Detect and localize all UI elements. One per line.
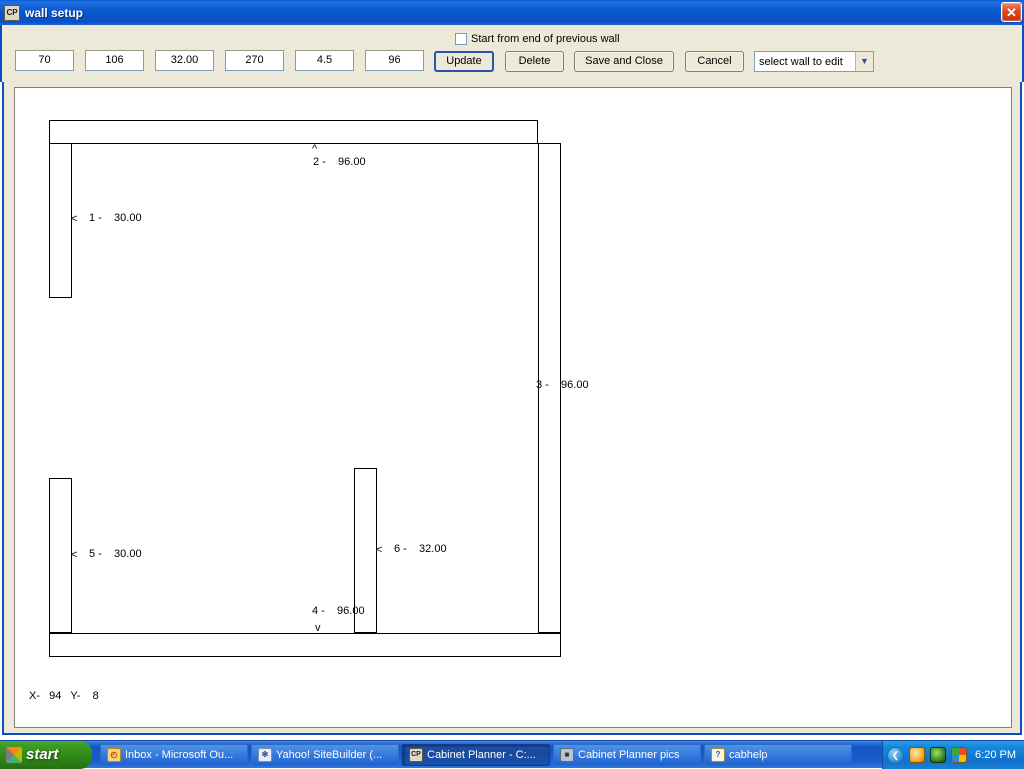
floorplan-canvas[interactable]: < 1 - 30.00 ^ 2 - 96.00 3 - 96.00 4 - 96… — [14, 87, 1012, 728]
taskbar-item-inbox[interactable]: ◴ Inbox - Microsoft Ou... — [100, 743, 248, 766]
wall-rect-5[interactable] — [49, 478, 72, 633]
clock-time[interactable]: 6:20 PM — [975, 749, 1016, 761]
wall-3-label: 3 - 96.00 — [536, 379, 589, 391]
starting-x-input[interactable]: 70 — [15, 50, 74, 71]
wall-rect-1[interactable] — [49, 143, 72, 298]
start-button[interactable]: start — [0, 740, 92, 769]
angle-input[interactable]: 270 — [225, 50, 284, 71]
taskbar-item-label: Cabinet Planner - C:... — [427, 748, 536, 761]
globe-tray-icon[interactable] — [930, 747, 947, 763]
window-buttons: ✕ — [1001, 2, 1022, 22]
help-file-icon: ? — [711, 747, 725, 762]
wall-4-label: 4 - 96.00 — [312, 605, 365, 617]
canvas-panel: < 1 - 30.00 ^ 2 - 96.00 3 - 96.00 4 - 96… — [2, 82, 1022, 735]
taskbar-item-label: Cabinet Planner pics — [578, 748, 680, 761]
wall-6-label: 6 - 32.00 — [394, 543, 447, 555]
wall-4-direction-marker: v — [315, 622, 321, 634]
chevron-down-icon[interactable]: ▼ — [855, 52, 873, 71]
window-titlebar: CP wall setup ✕ — [0, 0, 1024, 25]
application-window: CP wall setup ✕ Starting X Starting Y Le… — [0, 0, 1024, 769]
start-from-previous-wall-checkbox[interactable]: Start from end of previous wall — [455, 33, 620, 45]
close-icon[interactable]: ✕ — [1001, 2, 1022, 22]
wall-6-direction-marker: < — [376, 544, 383, 556]
cancel-button[interactable]: Cancel — [685, 51, 744, 72]
wall-select-dropdown[interactable]: select wall to edit ▼ — [754, 51, 874, 72]
taskbar-item-cabinet-planner-pics[interactable]: ■ Cabinet Planner pics — [553, 743, 701, 766]
starting-y-input[interactable]: 106 — [85, 50, 144, 71]
folder-pics-icon: ■ — [560, 747, 574, 762]
taskbar: start ◴ Inbox - Microsoft Ou... ✻ Yahoo!… — [0, 740, 1024, 769]
wall-2-direction-marker: ^ — [312, 143, 318, 155]
taskbar-item-label: Yahoo! SiteBuilder (... — [276, 748, 383, 761]
window-title: wall setup — [25, 5, 84, 20]
height-input[interactable]: 96 — [365, 50, 424, 71]
checkbox-box[interactable] — [455, 33, 467, 45]
wall-setup-form: Starting X Starting Y Length Angle Depth… — [0, 25, 1024, 82]
taskbar-item-cabhelp[interactable]: ? cabhelp — [704, 743, 852, 766]
tray-expand-chevron-icon[interactable]: ❮ — [887, 746, 905, 764]
clock-tray-icon[interactable] — [909, 747, 926, 763]
update-button[interactable]: Update — [434, 51, 494, 72]
depth-input[interactable]: 4.5 — [295, 50, 354, 71]
save-and-close-button[interactable]: Save and Close — [574, 51, 674, 72]
outlook-icon: ◴ — [107, 747, 121, 762]
windows-flag-icon — [6, 746, 22, 763]
taskbar-item-label: Inbox - Microsoft Ou... — [125, 748, 234, 761]
start-button-label: start — [26, 746, 59, 763]
system-tray: ❮ 6:20 PM — [882, 741, 1024, 769]
length-input[interactable]: 32.00 — [155, 50, 214, 71]
wall-5-label: 5 - 30.00 — [89, 548, 142, 560]
wall-rect-2[interactable] — [49, 120, 538, 144]
wall-1-direction-marker: < — [71, 213, 78, 225]
wall-1-label: 1 - 30.00 — [89, 212, 142, 224]
taskbar-item-label: cabhelp — [729, 748, 768, 761]
yahoo-sitebuilder-icon: ✻ — [258, 747, 272, 762]
wall-select-value: select wall to edit — [759, 55, 843, 68]
taskbar-item-cabinet-planner[interactable]: CP Cabinet Planner - C:... — [402, 743, 550, 766]
checkbox-label: Start from end of previous wall — [471, 33, 620, 45]
taskbar-item-yahoo-sitebuilder[interactable]: ✻ Yahoo! SiteBuilder (... — [251, 743, 399, 766]
cp-app-icon: CP — [4, 4, 20, 21]
wall-5-direction-marker: < — [71, 549, 78, 561]
delete-button[interactable]: Delete — [505, 51, 564, 72]
cabinet-planner-icon: CP — [409, 747, 423, 762]
cursor-coordinates: X- 94 Y- 8 — [29, 690, 99, 702]
taskbar-items: ◴ Inbox - Microsoft Ou... ✻ Yahoo! SiteB… — [100, 743, 852, 766]
wall-rect-4[interactable] — [49, 633, 561, 657]
updates-tray-icon[interactable] — [951, 747, 968, 763]
wall-2-label: 2 - 96.00 — [313, 156, 366, 168]
